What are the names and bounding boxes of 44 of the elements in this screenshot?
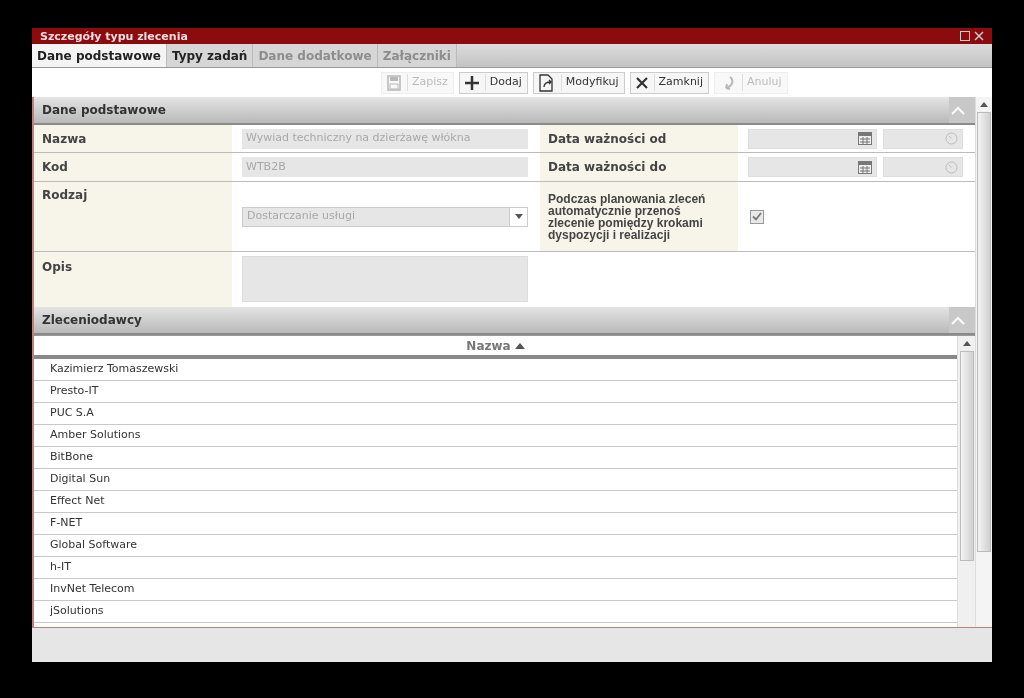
table-row[interactable]: h-IT xyxy=(34,557,957,579)
scrollbar[interactable] xyxy=(975,97,992,627)
field-label: Opis xyxy=(34,252,232,307)
scroll-up-icon[interactable] xyxy=(962,341,971,346)
scrollbar[interactable] xyxy=(957,336,975,627)
table-row[interactable]: Global Software xyxy=(34,535,957,557)
toolbar-button[interactable]: Zamknij xyxy=(629,71,709,94)
document-arrow-icon xyxy=(538,73,555,92)
table-row[interactable]: Digital Sun xyxy=(34,469,957,491)
tab[interactable]: Typy zadań xyxy=(166,44,254,67)
field-label: Nazwa xyxy=(34,125,232,152)
toolbar-button[interactable]: Dodaj xyxy=(458,71,528,94)
table-row[interactable]: Amber Solutions xyxy=(34,425,957,447)
table-row[interactable]: Presto-IT xyxy=(34,381,957,403)
time-field[interactable] xyxy=(883,157,963,177)
field-label: Rodzaj xyxy=(34,182,232,251)
close-icon xyxy=(635,76,648,89)
table-row[interactable]: jSolutions xyxy=(34,601,957,623)
column-header[interactable]: Nazwa xyxy=(34,336,957,359)
close-icon[interactable] xyxy=(974,31,984,41)
section-title: Dane podstawowe xyxy=(41,102,166,119)
table-row[interactable]: Kazimierz Tomaszewski xyxy=(34,359,957,381)
date-field[interactable] xyxy=(748,128,877,149)
calendar-icon[interactable] xyxy=(858,160,872,174)
field-label: Kod xyxy=(34,153,232,181)
tab[interactable]: Dane podstawowe xyxy=(32,44,167,67)
field-label: Data ważności od xyxy=(540,125,738,152)
table-row[interactable]: PUC S.A xyxy=(34,403,957,425)
section-title: Zleceniodawcy xyxy=(41,312,142,329)
time-field[interactable] xyxy=(883,128,963,149)
table-row[interactable]: Effect Net xyxy=(34,491,957,513)
toolbar-button[interactable]: Modyfikuj xyxy=(532,71,625,94)
dropdown-arrow-icon[interactable] xyxy=(514,214,523,219)
field-label: Data ważności do xyxy=(540,153,738,181)
plus-icon xyxy=(464,75,479,90)
field-label: Podczas planowania zleceń automatycznie przenoś zlecenie pomiędzy krokami dyspozycji i realizacji xyxy=(540,182,738,251)
maximize-icon[interactable] xyxy=(960,31,970,41)
window-title: Szczegóły typu zlecenia xyxy=(40,30,188,42)
table-row[interactable]: F-NET xyxy=(34,513,957,535)
table-row[interactable]: InvNet Telecom xyxy=(34,579,957,601)
table-row[interactable]: BitBone xyxy=(34,447,957,469)
calendar-icon[interactable] xyxy=(858,132,872,145)
scroll-up-icon[interactable] xyxy=(980,102,988,107)
date-field[interactable] xyxy=(748,157,877,177)
